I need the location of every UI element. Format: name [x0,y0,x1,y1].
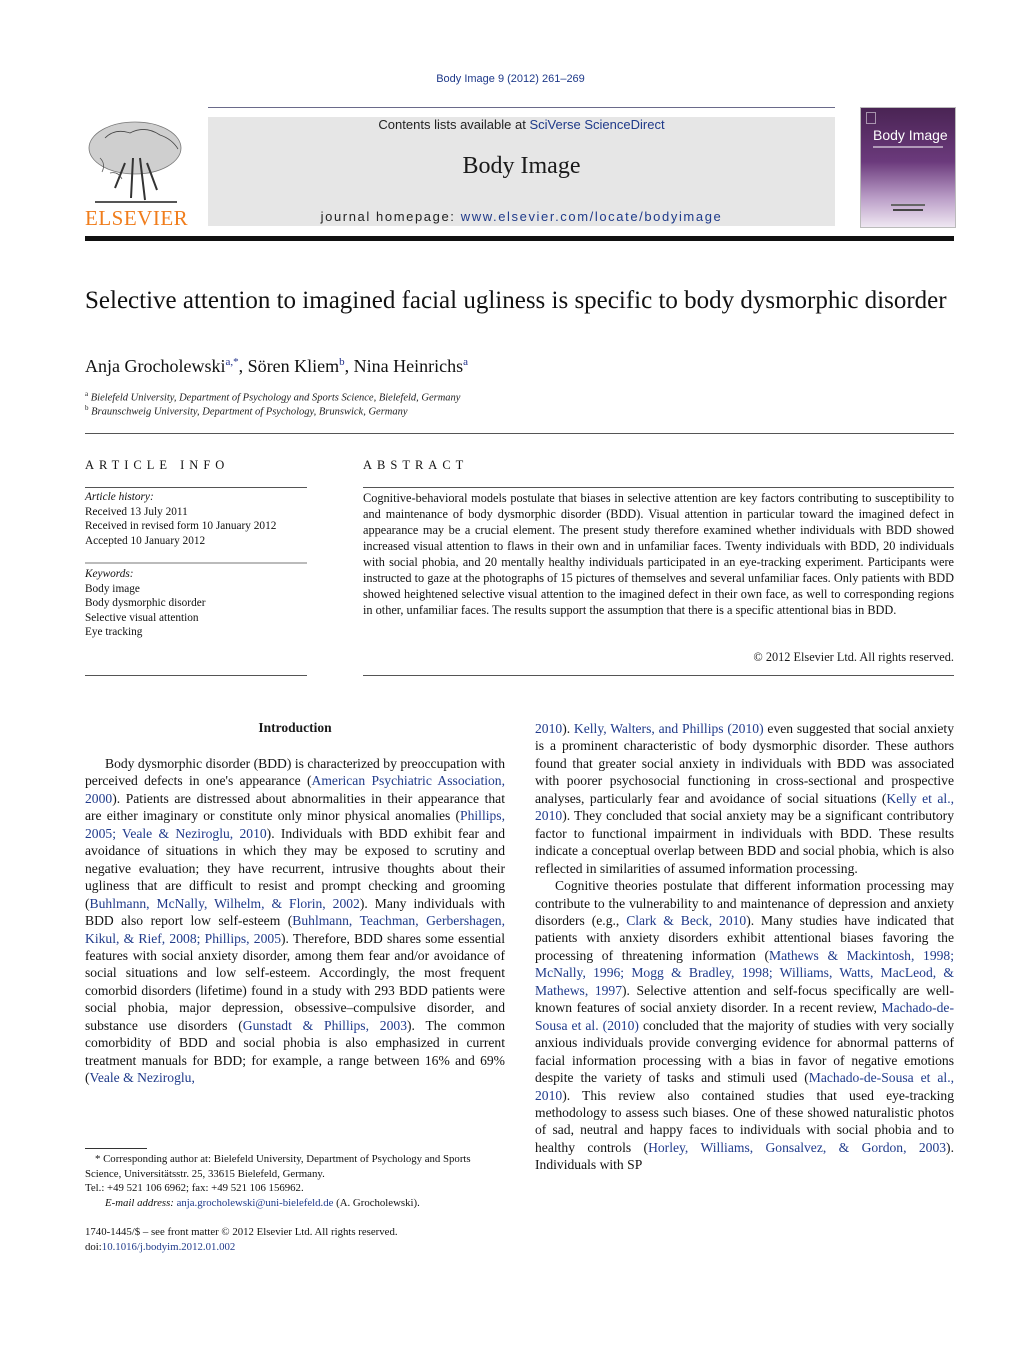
citation-link[interactable]: Buhlmann, McNally, Wilhelm, & Florin, 20… [90,896,360,911]
author-name: Sören Kliem [247,356,340,376]
homepage-prefix: journal homepage: [320,209,461,224]
contact-numbers: Tel.: +49 521 106 6962; fax: +49 521 106… [85,1182,304,1194]
doi-prefix: doi: [85,1241,102,1253]
author-separator: , [344,356,354,376]
history-label: Article history: [85,491,154,503]
history-item: Accepted 10 January 2012 [85,534,206,547]
affiliation-text: Bielefeld University, Department of Psyc… [90,392,461,404]
divider [85,487,307,488]
cover-editor-line [891,204,925,206]
abstract-text: Cognitive-behavioral models postulate th… [363,491,954,617]
keywords: Keywords: Body image Body dysmorphic dis… [85,567,307,640]
elsevier-wordmark[interactable]: ELSEVIER [85,206,188,231]
affiliation-text: Braunschweig University, Department of P… [91,406,408,418]
article-history: Article history: Received 13 July 2011 R… [85,490,307,548]
email-label: E-mail address: [105,1197,177,1209]
email-suffix: (A. Grocholewski). [333,1197,420,1209]
citation-link[interactable]: Kelly, Walters, and Phillips (2010) [574,721,764,736]
doi-link[interactable]: 10.1016/j.bodyim.2012.01.002 [102,1241,235,1253]
keyword: Eye tracking [85,626,143,638]
issn-line: 1740-1445/$ – see front matter © 2012 El… [85,1226,398,1238]
body-left-column: Body dysmorphic disorder (BDD) is charac… [85,755,505,1087]
paragraph-text: ). [562,721,574,736]
paragraph-text: ). Patients are distressed about abnorma… [85,790,505,824]
cover-subtitle-line [873,146,943,148]
author-affiliation-mark[interactable]: a [463,356,468,368]
article-title: Selective attention to imagined facial u… [85,287,947,314]
citation-link[interactable]: Horley, Williams, Gonsalvez, & Gordon, 2… [648,1140,946,1155]
divider [363,675,954,676]
header-divider [85,236,954,241]
citation-link[interactable]: Veale & Neziroglu, [90,1070,195,1085]
divider [85,675,307,676]
author-name: Nina Heinrichs [353,356,464,376]
keyword: Body image [85,582,140,595]
email-note: E-mail address: anja.grocholewski@uni-bi… [85,1196,525,1211]
divider [85,562,307,564]
cover-editor-line [893,209,923,211]
email-link[interactable]: anja.grocholewski@uni-bielefeld.de [177,1197,334,1209]
author-separator: , [238,356,248,376]
journal-citation[interactable]: Body Image 9 (2012) 261–269 [0,73,1021,85]
abstract-heading: ABSTRACT [363,458,469,472]
author-affiliation-mark[interactable]: a,* [225,356,238,368]
contents-prefix: Contents lists available at [378,117,530,132]
body-right-column: 2010). Kelly, Walters, and Phillips (201… [535,720,954,1174]
author-list: Anja Grocholewskia,*, Sören Kliemb, Nina… [85,356,468,377]
divider [85,433,954,434]
homepage-link[interactable]: www.elsevier.com/locate/bodyimage [461,209,723,224]
sciencedirect-link[interactable]: SciVerse ScienceDirect [529,117,664,132]
affiliation-mark: a [85,390,89,398]
footnote-rule [85,1148,147,1149]
paragraph: 2010). Kelly, Walters, and Phillips (201… [535,720,954,877]
divider [363,487,954,488]
citation-link[interactable]: Clark & Beck, 2010 [626,913,746,928]
citation-link[interactable]: Gunstadt & Phillips, 2003 [243,1018,407,1033]
journal-homepage: journal homepage: www.elsevier.com/locat… [208,209,835,224]
history-item: Received 13 July 2011 [85,505,188,518]
keyword: Body dysmorphic disorder [85,597,206,609]
paragraph: Body dysmorphic disorder (BDD) is charac… [85,755,505,1087]
introduction-heading: Introduction [258,720,332,735]
keyword: Selective visual attention [85,611,199,624]
affiliation: b Braunschweig University, Department of… [85,404,408,418]
journal-cover-thumbnail[interactable]: Body Image [860,107,956,228]
cover-logo-icon [866,112,876,124]
paragraph-text: ). They concluded that social anxiety ma… [535,808,954,876]
affiliation-mark: b [85,404,89,412]
affiliation: a Bielefeld University, Department of Ps… [85,390,460,404]
history-item: Received in revised form 10 January 2012 [85,520,277,532]
author-name: Anja Grocholewski [85,356,226,376]
paragraph: Cognitive theories postulate that differ… [535,877,954,1174]
citation-link[interactable]: 2010 [535,721,562,736]
keywords-label: Keywords: [85,568,134,580]
journal-name: Body Image [462,153,581,179]
cover-title: Body Image [873,127,948,143]
corresponding-author-note: * Corresponding author at: Bielefeld Uni… [85,1153,471,1180]
header-rule [208,107,835,108]
article-info-heading: ARTICLE INFO [85,458,230,472]
abstract-copyright: © 2012 Elsevier Ltd. All rights reserved… [753,650,954,664]
doi-line: doi:10.1016/j.bodyim.2012.01.002 [85,1240,505,1255]
citation-link[interactable]: Body Image 9 (2012) 261–269 [436,73,585,85]
